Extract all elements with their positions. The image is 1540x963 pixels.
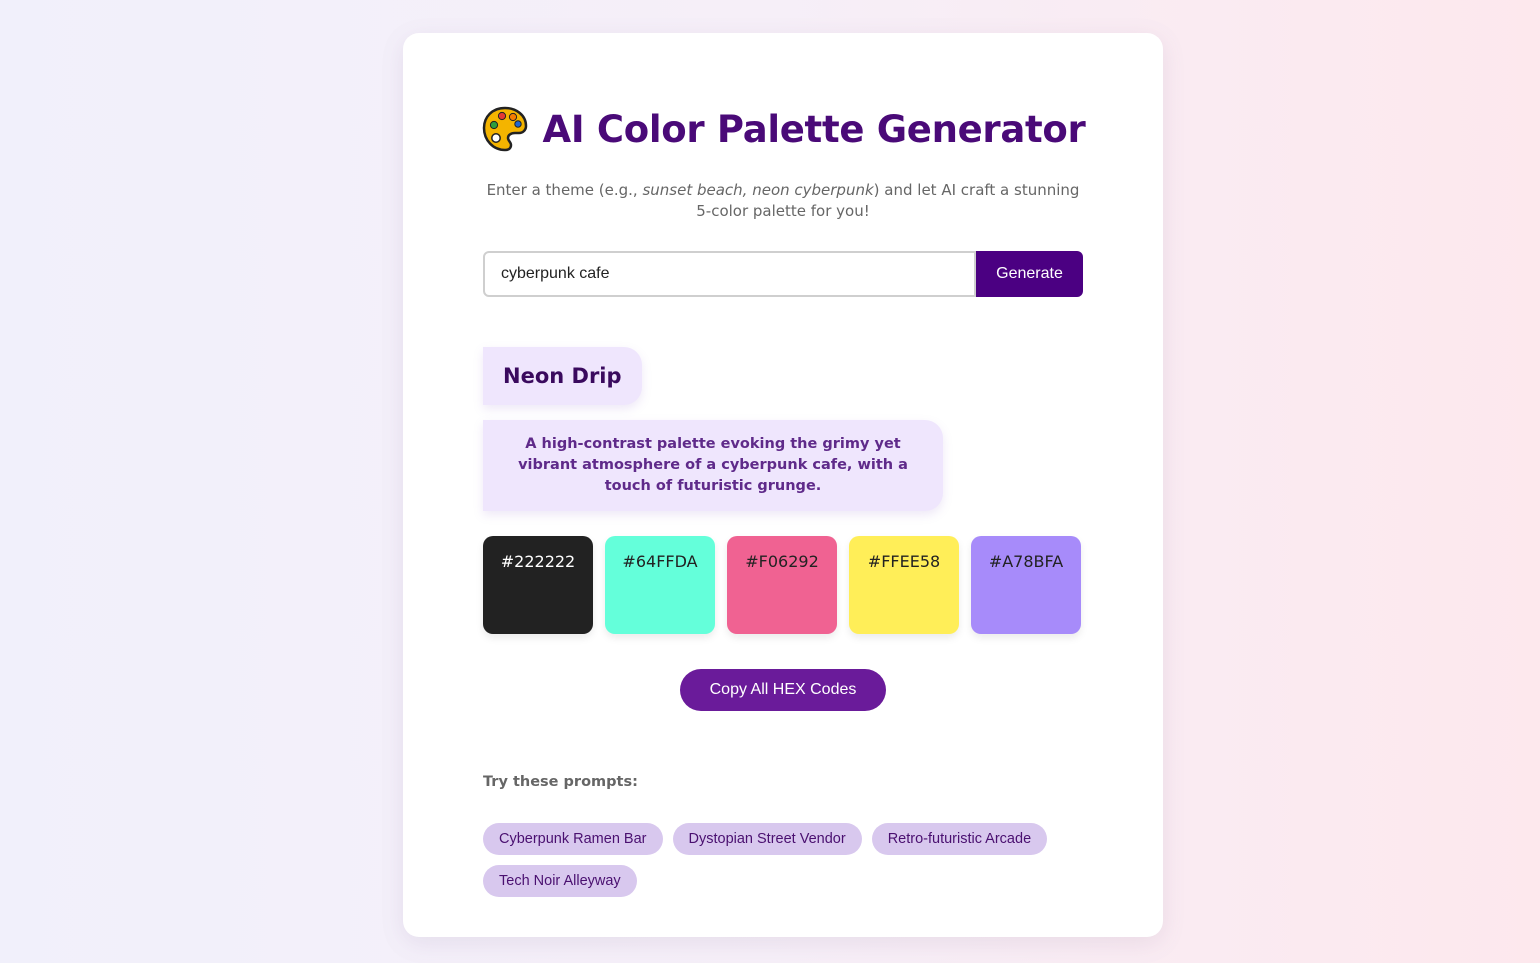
color-swatch[interactable]: #A78BFA — [971, 536, 1081, 634]
generate-button[interactable]: Generate — [976, 251, 1083, 297]
color-swatches: #222222 #64FFDA #F06292 #FFEE58 #A78BFA — [483, 536, 1081, 634]
prompts-heading: Try these prompts: — [483, 774, 638, 790]
swatch-hex-label: #64FFDA — [622, 552, 698, 571]
subtitle-text-start: Enter a theme (e.g., — [486, 181, 643, 199]
palette-name: Neon Drip — [483, 347, 642, 405]
swatch-hex-label: #F06292 — [745, 552, 819, 571]
title-row: AI Color Palette Generator — [403, 105, 1163, 153]
palette-generator-card: AI Color Palette Generator Enter a theme… — [403, 33, 1163, 937]
subtitle: Enter a theme (e.g., sunset beach, neon … — [483, 180, 1083, 222]
artist-palette-icon — [481, 105, 529, 153]
swatch-hex-label: #A78BFA — [988, 552, 1064, 571]
color-swatch[interactable]: #FFEE58 — [849, 536, 959, 634]
theme-input[interactable] — [483, 251, 976, 297]
theme-input-row: Generate — [483, 251, 1083, 297]
swatch-hex-label: #222222 — [500, 552, 576, 571]
copy-hex-codes-button[interactable]: Copy All HEX Codes — [680, 669, 886, 711]
prompt-chip[interactable]: Dystopian Street Vendor — [672, 823, 862, 855]
subtitle-example: sunset beach, neon cyberpunk — [642, 181, 874, 199]
prompt-chip[interactable]: Cyberpunk Ramen Bar — [483, 823, 663, 855]
color-swatch[interactable]: #222222 — [483, 536, 593, 634]
color-swatch[interactable]: #64FFDA — [605, 536, 715, 634]
swatch-hex-label: #FFEE58 — [867, 552, 941, 571]
color-swatch[interactable]: #F06292 — [727, 536, 837, 634]
prompt-chip[interactable]: Tech Noir Alleyway — [483, 865, 637, 897]
prompt-chip[interactable]: Retro-futuristic Arcade — [871, 823, 1048, 855]
palette-description: A high-contrast palette evoking the grim… — [483, 420, 943, 511]
page-title: AI Color Palette Generator — [542, 107, 1086, 151]
prompt-chips: Cyberpunk Ramen Bar Dystopian Street Ven… — [483, 823, 1083, 897]
